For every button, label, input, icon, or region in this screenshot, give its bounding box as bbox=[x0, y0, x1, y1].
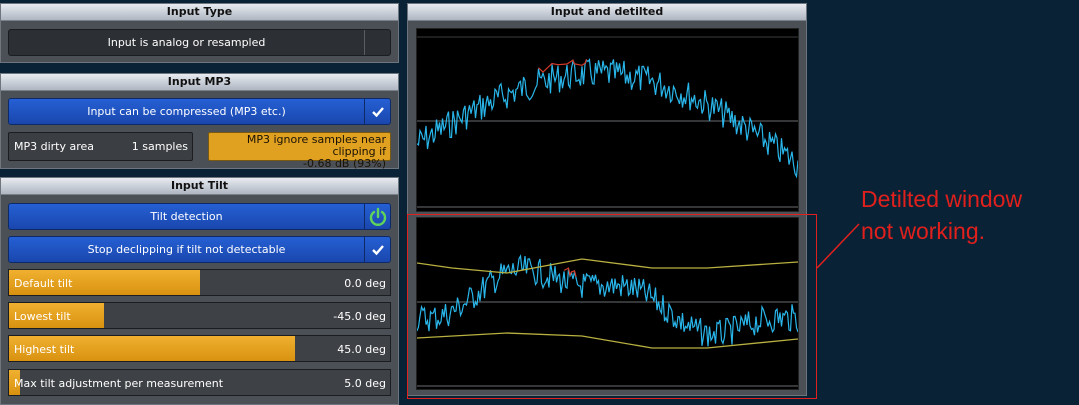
check-icon bbox=[364, 99, 390, 124]
compressed-input-label: Input can be compressed (MP3 etc.) bbox=[87, 105, 286, 118]
compressed-input-toggle[interactable]: Input can be compressed (MP3 etc.) bbox=[8, 98, 391, 125]
input-type-panel: Input Type Input is analog or resampled bbox=[0, 3, 399, 63]
input-waveform-scope bbox=[416, 28, 799, 212]
input-mode-label: Input is analog or resampled bbox=[107, 36, 266, 49]
stop-declip-label: Stop declipping if tilt not detectable bbox=[87, 243, 286, 256]
max-tilt-adjustment-slider[interactable]: Max tilt adjustment per measurement 5.0 … bbox=[8, 369, 391, 396]
input-tilt-header: Input Tilt bbox=[1, 178, 398, 195]
clip-marker-trace bbox=[538, 58, 588, 73]
tilt-detection-label: Tilt detection bbox=[150, 210, 223, 223]
input-mode-side bbox=[364, 30, 390, 55]
mp3-ignore-clipping-field[interactable]: MP3 ignore samples near clipping if -0.6… bbox=[208, 132, 391, 170]
mp3-dirty-area-value: 1 samples bbox=[131, 140, 188, 153]
lowest-tilt-slider[interactable]: Lowest tilt -45.0 deg bbox=[8, 302, 391, 329]
input-waveform-svg bbox=[416, 36, 799, 208]
input-mp3-panel: Input MP3 Input can be compressed (MP3 e… bbox=[0, 73, 399, 170]
input-tilt-panel: Input Tilt Tilt detection Stop declippin… bbox=[0, 177, 399, 405]
default-tilt-slider[interactable]: Default tilt 0.0 deg bbox=[8, 269, 391, 296]
input-mode-button[interactable]: Input is analog or resampled bbox=[8, 29, 391, 56]
highest-tilt-label: Highest tilt bbox=[14, 343, 75, 356]
tilt-detection-toggle[interactable]: Tilt detection bbox=[8, 203, 391, 230]
highest-tilt-value: 45.0 deg bbox=[337, 343, 386, 356]
input-type-header: Input Type bbox=[1, 4, 398, 21]
mp3-ignore-clipping-value: -0.68 dB (93%) bbox=[302, 157, 386, 170]
annotation-note: Detilted window not working. bbox=[861, 183, 1022, 247]
default-tilt-label: Default tilt bbox=[14, 277, 73, 290]
input-mp3-header: Input MP3 bbox=[1, 74, 398, 91]
power-icon bbox=[364, 204, 390, 229]
mp3-ignore-clipping-label: MP3 ignore samples near clipping if bbox=[246, 133, 386, 158]
lowest-tilt-value: -45.0 deg bbox=[333, 310, 386, 323]
lowest-tilt-label: Lowest tilt bbox=[14, 310, 71, 323]
input-detilted-header: Input and detilted bbox=[408, 4, 806, 21]
annotation-box bbox=[407, 214, 817, 399]
annotation-line-2: not working. bbox=[861, 218, 986, 244]
max-tilt-adjustment-value: 5.0 deg bbox=[344, 377, 386, 390]
annotation-pointer bbox=[816, 223, 860, 269]
mp3-dirty-area-label: MP3 dirty area bbox=[14, 140, 95, 153]
stop-declip-toggle[interactable]: Stop declipping if tilt not detectable bbox=[8, 236, 391, 263]
default-tilt-value: 0.0 deg bbox=[344, 277, 386, 290]
annotation-line-1: Detilted window bbox=[861, 186, 1023, 212]
input-waveform-trace bbox=[416, 58, 799, 179]
mp3-dirty-area-field[interactable]: MP3 dirty area 1 samples bbox=[8, 132, 193, 161]
check-icon bbox=[364, 237, 390, 262]
max-tilt-adjustment-label: Max tilt adjustment per measurement bbox=[14, 377, 224, 390]
highest-tilt-slider[interactable]: Highest tilt 45.0 deg bbox=[8, 335, 391, 362]
